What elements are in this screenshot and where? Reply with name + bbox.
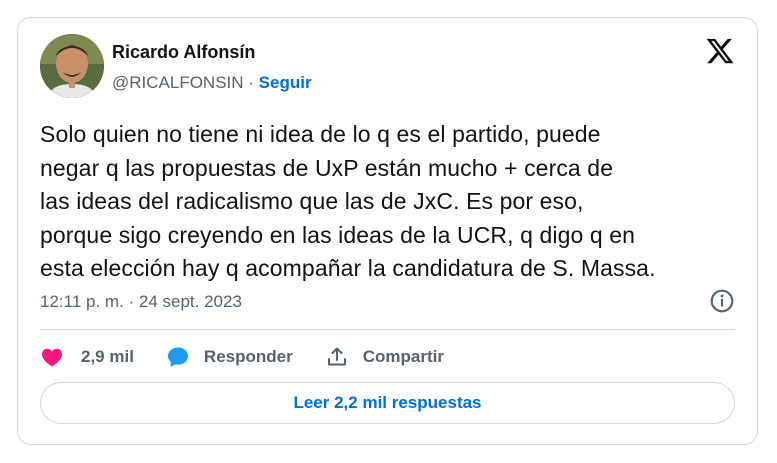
author-handle-row: @RICALFONSIN · Seguir [112, 73, 312, 93]
like-count: 2,9 mil [81, 347, 134, 366]
reply-bubble-icon [167, 347, 188, 367]
share-label: Compartir [362, 347, 444, 366]
action-bar: 2,9 mil Responder Compartir [40, 343, 476, 371]
share-button[interactable]: Compartir [325, 345, 444, 369]
heart-icon [42, 348, 62, 367]
avatar-photo [40, 34, 104, 98]
tweet-card[interactable]: Ricardo Alfonsín @RICALFONSIN · Seguir S… [17, 17, 758, 445]
like-button[interactable]: 2,9 mil [40, 345, 134, 369]
follow-link[interactable]: Seguir [259, 73, 312, 92]
author-handle[interactable]: @RICALFONSIN [112, 73, 244, 92]
tweet-timestamp[interactable]: 12:11 p. m. · 24 sept. 2023 [40, 292, 242, 312]
reply-label: Responder [203, 347, 293, 366]
author-name[interactable]: Ricardo Alfonsín [112, 42, 255, 63]
separator: · [243, 73, 259, 92]
reply-button[interactable]: Responder [166, 345, 293, 369]
divider [40, 329, 735, 330]
tweet-text: Solo quien no tiene ni idea de lo q es e… [40, 121, 656, 281]
share-icon [327, 347, 346, 366]
info-icon[interactable] [709, 288, 735, 314]
x-logo-icon[interactable] [705, 36, 735, 66]
read-replies-button[interactable]: Leer 2,2 mil respuestas [40, 382, 735, 424]
avatar[interactable] [40, 34, 104, 98]
